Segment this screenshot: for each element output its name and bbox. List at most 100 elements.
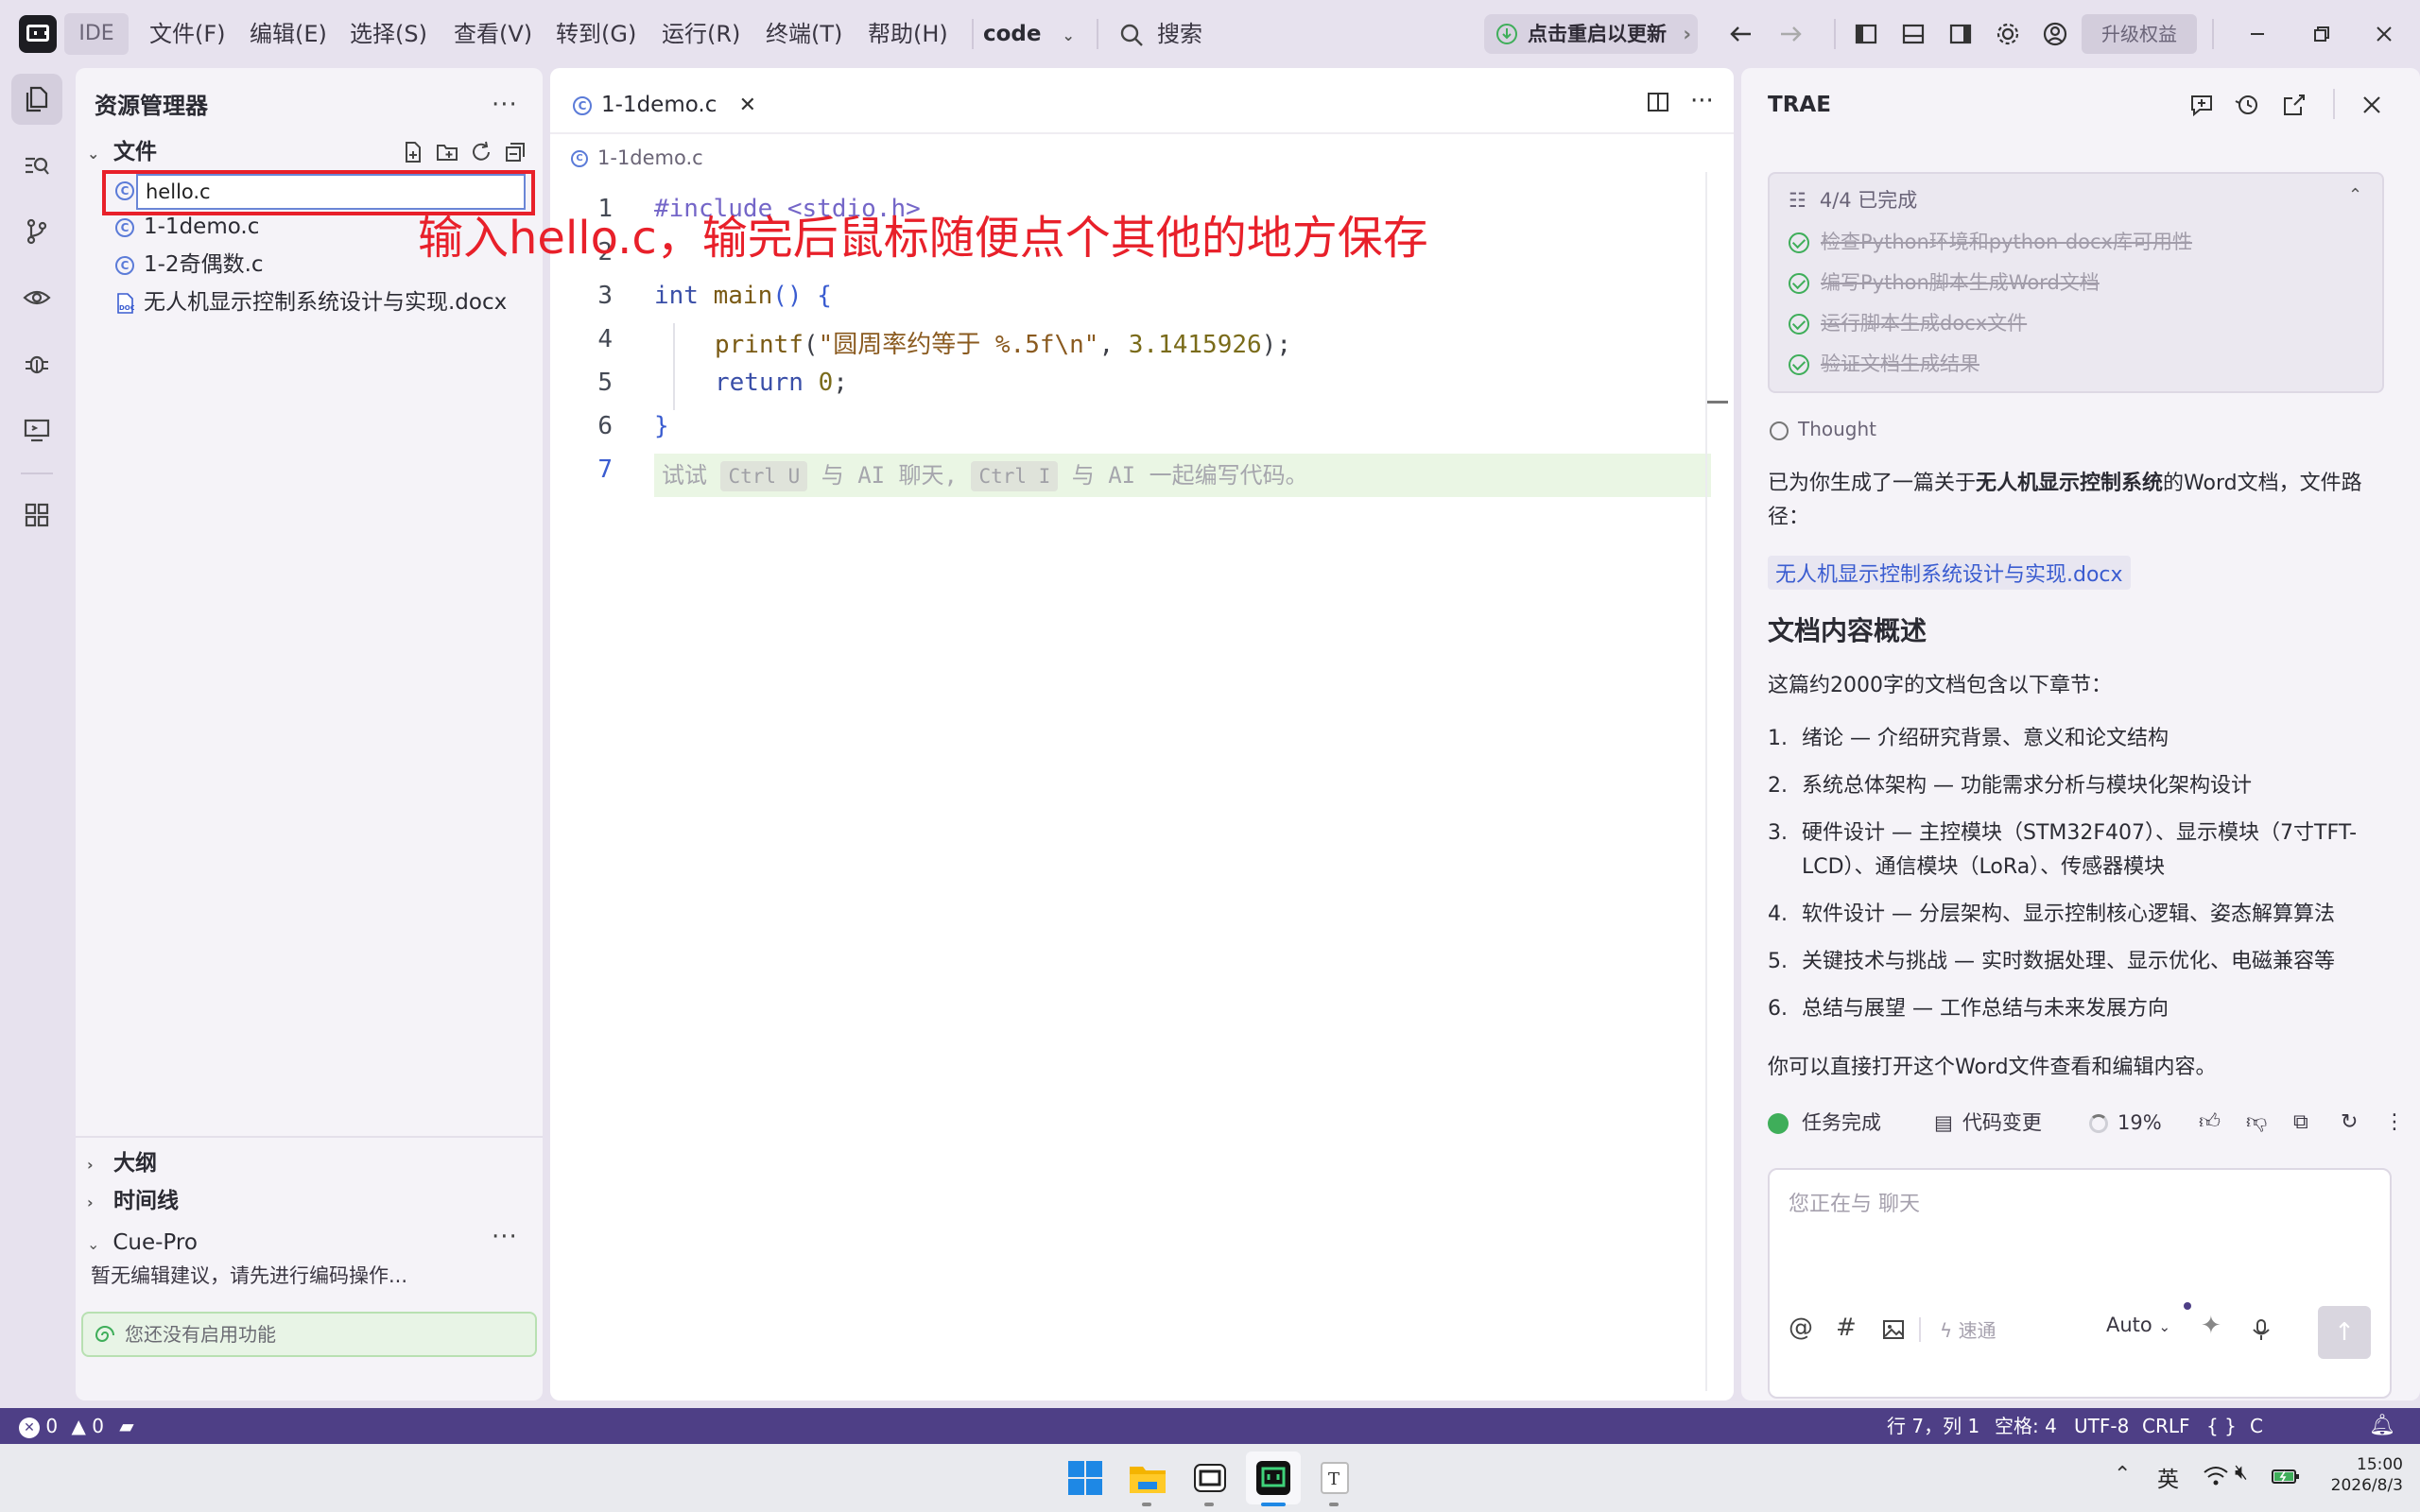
split-editor-icon[interactable]: [1645, 89, 1671, 115]
indentation[interactable]: 空格: 4: [1995, 1408, 2057, 1444]
timeline-section-header[interactable]: › 时间线: [76, 1183, 543, 1219]
toggle-sidebar-right-icon[interactable]: [1945, 19, 1976, 49]
bell-icon[interactable]: 🔔︎: [2369, 1408, 2395, 1444]
copy-icon[interactable]: ⧉: [2293, 1102, 2308, 1143]
braces-icon[interactable]: { }: [2206, 1408, 2237, 1444]
task-complete-badge: 任务完成: [1768, 1102, 1881, 1143]
toggle-panel-icon[interactable]: [1898, 19, 1928, 49]
code-line-5[interactable]: return 0;: [715, 369, 848, 397]
close-tab-icon[interactable]: ✕: [739, 94, 756, 117]
send-button[interactable]: ↑: [2318, 1306, 2371, 1359]
menu-view[interactable]: 查看(V): [454, 17, 532, 51]
windows-start-icon[interactable]: [1064, 1457, 1106, 1499]
restart-update-button[interactable]: 点击重启以更新 ›: [1484, 14, 1698, 54]
close-panel-icon[interactable]: [2358, 91, 2386, 119]
volume-muted-icon[interactable]: 🔇︎: [2235, 1461, 2248, 1485]
tray-overflow-icon[interactable]: ⌃: [2114, 1463, 2131, 1486]
todo-text: 编写Python脚本生成Word文档: [1821, 271, 2100, 294]
ide-mode-button[interactable]: IDE: [64, 13, 129, 55]
image-icon[interactable]: [1881, 1317, 1906, 1342]
end-of-line[interactable]: CRLF: [2142, 1408, 2190, 1444]
speed-mode-toggle[interactable]: ϟ 速通: [1940, 1315, 1996, 1343]
more-icon[interactable]: ···: [492, 91, 518, 119]
cue-pro-banner[interactable]: 您还没有启用功能: [81, 1312, 537, 1357]
search-button[interactable]: 搜索: [1119, 17, 1202, 51]
thought-icon: [1770, 421, 1789, 440]
menu-selection[interactable]: 选择(S): [350, 17, 427, 51]
trae-app-icon[interactable]: [1189, 1457, 1231, 1499]
microphone-icon[interactable]: [2250, 1317, 2273, 1342]
collapse-icon[interactable]: ⌃: [2348, 185, 2362, 205]
problems-indicator[interactable]: ✕ 0 ▲ 0 ▰: [19, 1408, 134, 1444]
hashtag-icon[interactable]: #: [1836, 1314, 1857, 1342]
search-activity[interactable]: [11, 140, 62, 191]
code-change-button[interactable]: ▤ 代码变更: [1934, 1102, 2042, 1143]
more-vertical-icon[interactable]: ⋮: [2384, 1102, 2405, 1143]
more-actions-icon[interactable]: ···: [1690, 87, 1714, 115]
upgrade-button[interactable]: 升级权益: [2082, 14, 2197, 54]
account-icon[interactable]: [2040, 19, 2070, 49]
todo-header[interactable]: ☷ 4/4 已完成: [1789, 185, 1917, 214]
menu-file[interactable]: 文件(F): [149, 17, 226, 51]
close-window-icon[interactable]: [2369, 19, 2399, 49]
trae-ide-app-icon[interactable]: [1253, 1457, 1294, 1499]
history-icon[interactable]: [2233, 91, 2261, 119]
cue-pro-section-header[interactable]: ⌄ Cue-Pro: [76, 1225, 543, 1261]
outline-section-header[interactable]: › 大纲: [76, 1145, 543, 1181]
workspace-dropdown[interactable]: code ⌄: [983, 17, 1075, 53]
file-explorer-icon[interactable]: [1127, 1457, 1168, 1499]
list-item: 5. 关键技术与挑战 — 实时数据处理、显示优化、电磁兼容等: [1768, 945, 2392, 979]
encoding[interactable]: UTF-8: [2074, 1408, 2129, 1444]
menu-goto[interactable]: 转到(G): [556, 17, 636, 51]
thumbs-down-icon[interactable]: 👎︎: [2246, 1102, 2267, 1143]
remote-activity[interactable]: [11, 404, 62, 455]
editor-scrollbar[interactable]: [1705, 172, 1707, 1391]
refresh-icon[interactable]: [469, 140, 493, 164]
ai-hint-line[interactable]: 试试 Ctrl U 与 AI 聊天, Ctrl I 与 AI 一起编写代码。: [654, 454, 1711, 497]
shortcut-badge: Ctrl U: [720, 461, 808, 491]
chat-input[interactable]: 您正在与 聊天: [1789, 1187, 1920, 1217]
more-icon[interactable]: ···: [492, 1223, 518, 1251]
thought-toggle[interactable]: Thought: [1770, 418, 1876, 440]
collapse-all-icon[interactable]: [503, 140, 527, 164]
open-external-icon[interactable]: [2280, 91, 2308, 119]
explorer-activity[interactable]: [11, 74, 62, 125]
battery-charging-icon[interactable]: [2271, 1465, 2301, 1487]
source-control-activity[interactable]: [11, 206, 62, 257]
sparkle-icon[interactable]: ✦: [2201, 1312, 2221, 1340]
model-selector[interactable]: Auto ⌄: [2106, 1314, 2170, 1336]
gear-icon[interactable]: [1993, 19, 2023, 49]
back-arrow-icon[interactable]: [1726, 19, 1756, 49]
minimize-icon[interactable]: [2242, 19, 2273, 49]
breadcrumb[interactable]: C 1-1demo.c: [571, 142, 703, 174]
menu-help[interactable]: 帮助(H): [868, 17, 948, 51]
input-method[interactable]: 英: [2157, 1461, 2179, 1493]
tab-1-1demo[interactable]: C 1-1demo.c ✕: [563, 81, 756, 129]
toggle-sidebar-left-icon[interactable]: [1851, 19, 1881, 49]
regenerate-icon[interactable]: ↻: [2341, 1102, 2358, 1143]
menu-terminal[interactable]: 终端(T): [766, 17, 842, 51]
restore-icon[interactable]: [2307, 19, 2337, 49]
file-link[interactable]: 无人机显示控制系统设计与实现.docx: [1768, 556, 2131, 590]
new-file-icon[interactable]: [401, 140, 425, 164]
grid-icon: [25, 503, 49, 527]
cursor-position[interactable]: 行 7，列 1: [1887, 1408, 1979, 1444]
thumbs-up-icon[interactable]: 👍︎: [2199, 1102, 2221, 1143]
code-line-4[interactable]: printf("圆周率约等于 %.5f\n", 3.1415926);: [715, 325, 1291, 360]
preview-activity[interactable]: [11, 272, 62, 323]
forward-arrow-icon[interactable]: [1775, 19, 1806, 49]
language-mode[interactable]: C: [2250, 1408, 2263, 1444]
code-line-6[interactable]: }: [654, 412, 669, 440]
extensions-activity[interactable]: [11, 490, 62, 541]
debug-activity[interactable]: [11, 338, 62, 389]
clock[interactable]: 15:00 2026/8/3: [2318, 1455, 2403, 1495]
code-line-3[interactable]: int main() {: [654, 282, 832, 310]
menu-edit[interactable]: 编辑(E): [250, 17, 327, 51]
typora-app-icon[interactable]: T: [1314, 1457, 1356, 1499]
menu-run[interactable]: 运行(R): [662, 17, 740, 51]
new-chat-icon[interactable]: [2187, 91, 2216, 119]
new-folder-icon[interactable]: [435, 140, 459, 164]
file-item-docx[interactable]: DOC 无人机显示控制系统设计与实现.docx: [76, 284, 543, 321]
mention-icon[interactable]: @: [1789, 1314, 1813, 1342]
wifi-icon[interactable]: [2203, 1465, 2229, 1487]
